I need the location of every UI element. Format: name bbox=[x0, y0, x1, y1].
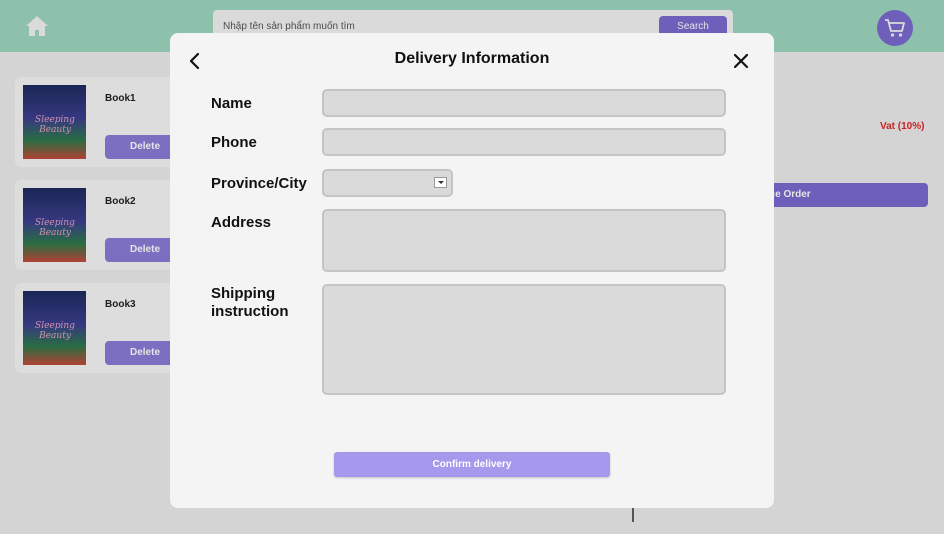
shipping-instruction-textarea[interactable] bbox=[322, 284, 726, 395]
address-label: Address bbox=[211, 214, 272, 231]
modal-title: Delivery Information bbox=[394, 50, 550, 67]
shipping-label-line2: instruction bbox=[211, 303, 289, 320]
province-label: Province/City bbox=[211, 175, 307, 192]
address-textarea[interactable] bbox=[322, 209, 726, 272]
delivery-info-modal: Delivery Information Name Phone Province… bbox=[170, 33, 774, 508]
shipping-label-line1: Shipping bbox=[211, 285, 276, 302]
phone-label: Phone bbox=[211, 134, 257, 151]
divider bbox=[632, 508, 634, 522]
phone-input[interactable] bbox=[322, 128, 726, 156]
shipping-label: Shipping instruction bbox=[211, 285, 289, 321]
name-label: Name bbox=[211, 95, 252, 112]
name-input[interactable] bbox=[322, 89, 726, 117]
province-select[interactable] bbox=[322, 169, 453, 197]
confirm-delivery-button[interactable]: Confirm delivery bbox=[334, 452, 610, 477]
chevron-down-icon[interactable] bbox=[434, 177, 447, 188]
close-icon[interactable] bbox=[732, 52, 750, 70]
